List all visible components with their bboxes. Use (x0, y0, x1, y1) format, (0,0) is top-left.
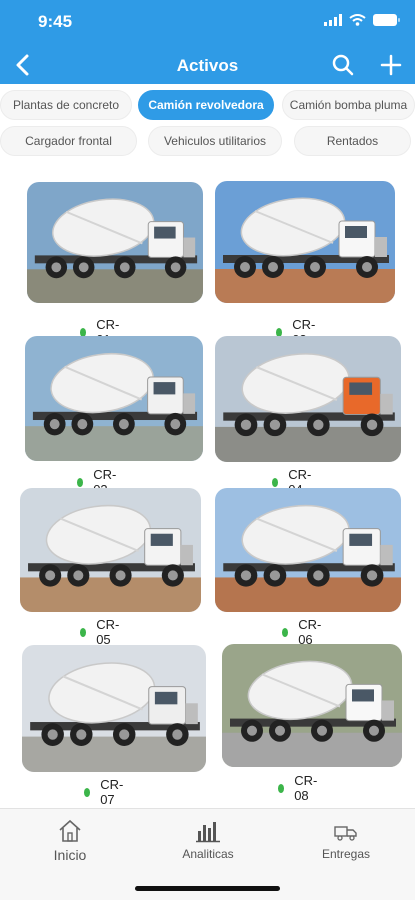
add-icon[interactable] (378, 52, 404, 78)
asset-label: CR-06 (282, 617, 324, 647)
asset-code: CR-05 (96, 617, 120, 647)
asset-photo[interactable] (22, 645, 206, 772)
concrete-mixer-truck-photo (215, 488, 401, 612)
filter-label: Camión revolvedora (148, 98, 264, 112)
filter-cargador-frontal[interactable]: Cargador frontal (0, 126, 137, 156)
status-time: 9:45 (38, 12, 73, 31)
asset-label: CR-05 (80, 617, 122, 647)
filter-camion-bomba-pluma[interactable]: Camión bomba pluma (282, 90, 415, 120)
asset-photo[interactable] (215, 181, 395, 303)
concrete-mixer-truck-photo (215, 181, 395, 303)
delivery-icon (334, 826, 357, 841)
filter-camion-revolvedora[interactable]: Camión revolvedora (138, 90, 274, 120)
tab-label: Analiticas (182, 847, 234, 861)
status-dot-icon (77, 477, 84, 487)
home-icon (59, 819, 81, 842)
asset-photo[interactable] (215, 336, 401, 462)
home-indicator (135, 886, 280, 891)
concrete-mixer-truck-photo (25, 336, 203, 461)
asset-photo[interactable] (222, 644, 402, 767)
status-dot-icon (272, 477, 279, 487)
asset-label: CR-08 (278, 773, 320, 803)
filter-plantas-de-concreto[interactable]: Plantas de concreto (0, 90, 132, 120)
asset-code: CR-06 (298, 617, 322, 647)
status-dot-icon (80, 627, 87, 637)
asset-label: CR-07 (84, 777, 126, 807)
tab-label: Entregas (321, 847, 371, 861)
status-icons (324, 14, 400, 26)
filter-label: Plantas de concreto (12, 98, 120, 112)
wifi-icon (349, 14, 366, 26)
asset-photo[interactable] (25, 336, 203, 461)
app-header: 9:45 Activos (0, 0, 415, 84)
filter-label: Vehiculos utilitarios (163, 134, 267, 148)
concrete-mixer-truck-photo (20, 488, 201, 612)
asset-code: CR-07 (100, 777, 124, 807)
asset-photo[interactable] (215, 488, 401, 612)
filter-label: Camión bomba pluma (289, 98, 408, 112)
filter-rentados[interactable]: Rentados (294, 126, 411, 156)
signal-icon (324, 14, 342, 26)
status-dot-icon (84, 787, 91, 797)
asset-grid: CR-01 CR-02 CR-03 CR-04 CR-05 CR-06 CR-0… (0, 168, 415, 808)
filter-vehiculos-utilitarios[interactable]: Vehiculos utilitarios (148, 126, 282, 156)
bar-chart-icon (196, 822, 220, 843)
asset-photo[interactable] (27, 182, 203, 303)
concrete-mixer-truck-photo (215, 336, 401, 462)
status-dot-icon (282, 627, 289, 637)
filter-label: Cargador frontal (25, 134, 112, 148)
category-filters: Plantas de concreto Camión revolvedora C… (0, 84, 415, 168)
concrete-mixer-truck-photo (222, 644, 402, 767)
status-dot-icon (278, 783, 285, 793)
battery-icon (373, 14, 400, 26)
tab-analiticas[interactable]: Analiticas (176, 819, 240, 861)
filter-label: Rentados (326, 134, 379, 148)
concrete-mixer-truck-photo (22, 645, 206, 772)
asset-code: CR-08 (294, 773, 318, 803)
tab-inicio[interactable]: Inicio (44, 819, 96, 863)
tab-label: Inicio (53, 847, 87, 863)
tab-entregas[interactable]: Entregas (316, 819, 376, 861)
concrete-mixer-truck-photo (27, 182, 203, 303)
search-icon[interactable] (330, 52, 356, 78)
asset-photo[interactable] (20, 488, 201, 612)
